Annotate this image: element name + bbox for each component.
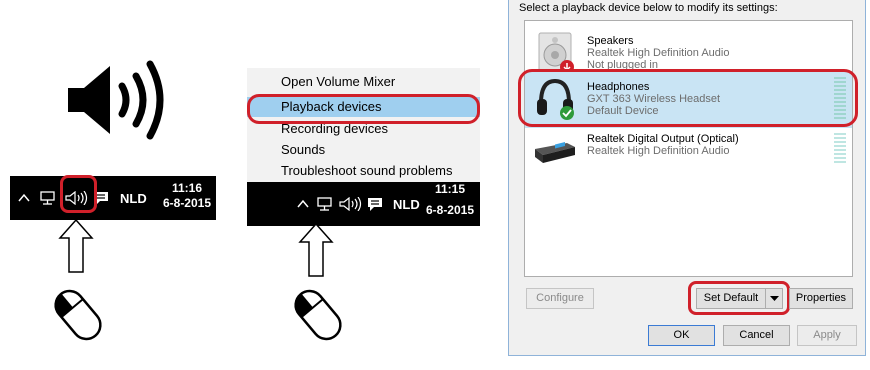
cancel-button[interactable]: Cancel — [723, 325, 790, 346]
properties-button[interactable]: Properties — [789, 288, 853, 309]
set-default-highlight — [688, 281, 790, 315]
taskbar-middle: NLD 11:15 6-8-2015 — [247, 182, 480, 226]
volume-context-menu: Open Volume Mixer Playback devices Recor… — [247, 68, 480, 182]
level-meter — [834, 133, 846, 163]
clock[interactable]: 11:16 6-8-2015 — [160, 181, 214, 211]
device-row-digital-output[interactable]: Realtek Digital Output (Optical) Realtek… — [525, 129, 852, 184]
up-arrow-icon — [298, 222, 334, 277]
device-driver: Realtek High Definition Audio — [587, 145, 730, 157]
notification-icon[interactable] — [367, 182, 383, 226]
digital-output-device-icon — [535, 142, 575, 163]
ok-button[interactable]: OK — [648, 325, 715, 346]
menu-item-open-volume-mixer[interactable]: Open Volume Mixer — [247, 72, 480, 92]
device-list[interactable]: Speakers Realtek High Definition Audio N… — [524, 20, 853, 277]
chevron-up-icon[interactable] — [18, 176, 30, 220]
network-icon[interactable] — [317, 182, 333, 226]
volume-icon-highlight — [60, 175, 97, 213]
network-icon[interactable] — [40, 176, 56, 220]
headphones-highlight — [518, 69, 858, 127]
dialog-instruction: Select a playback device below to modify… — [519, 2, 778, 14]
volume-tray-icon[interactable] — [339, 182, 363, 226]
clock-time: 11:15 — [434, 182, 466, 196]
device-name: Realtek Digital Output (Optical) — [587, 133, 739, 145]
menu-item-sounds[interactable]: Sounds — [247, 140, 480, 160]
configure-button[interactable]: Configure — [526, 288, 594, 309]
speaker-volume-icon — [68, 60, 164, 140]
language-indicator[interactable]: NLD — [393, 182, 420, 226]
clock[interactable]: 11:15 6-8-2015 — [423, 182, 477, 218]
device-name: Speakers — [587, 35, 634, 47]
playback-devices-highlight — [247, 94, 480, 124]
chevron-up-icon[interactable] — [297, 182, 309, 226]
mouse-left-click-icon — [294, 289, 342, 341]
device-driver: Realtek High Definition Audio — [587, 47, 730, 59]
language-indicator[interactable]: NLD — [120, 176, 147, 220]
clock-time: 11:16 — [171, 181, 203, 195]
mouse-left-click-icon — [54, 289, 102, 341]
up-arrow-icon — [58, 218, 94, 273]
clock-date: 6-8-2015 — [162, 196, 212, 210]
menu-item-troubleshoot[interactable]: Troubleshoot sound problems — [247, 161, 480, 181]
sound-dialog: Select a playback device below to modify… — [508, 0, 866, 356]
apply-button[interactable]: Apply — [797, 325, 857, 346]
clock-date: 6-8-2015 — [425, 203, 475, 217]
taskbar-left: NLD 11:16 6-8-2015 — [10, 176, 216, 220]
